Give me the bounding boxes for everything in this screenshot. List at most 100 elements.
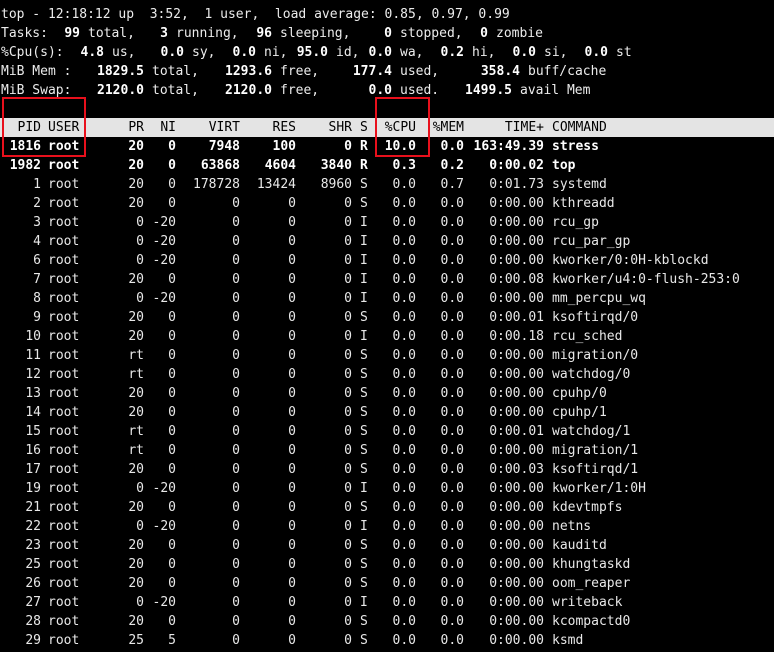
cell-pid: 9 — [33, 310, 41, 325]
cell-mem: 0.0 — [440, 557, 464, 572]
col-virt[interactable]: VIRT — [184, 118, 240, 137]
cell-user: root — [48, 519, 80, 534]
cell-shr: 0 — [344, 481, 352, 496]
cell-pid: 29 — [25, 633, 41, 648]
table-row[interactable]: 11 root rt 0 0 0 0 S 0.0 0.0 0:00.00 migration/0 — [0, 346, 774, 365]
cpu-id-label: id, — [336, 45, 360, 60]
col-command[interactable]: COMMAND — [552, 118, 607, 137]
cell-ni: 0 — [168, 538, 176, 553]
cpu-us-label: us, — [112, 45, 136, 60]
table-row[interactable]: 27 root 0 -20 0 0 0 I 0.0 0.0 0:00.00 writeback — [0, 593, 774, 612]
cell-command: migration/0 — [552, 348, 639, 363]
terminal-window[interactable]: top - 12:18:12 up 3:52, 1 user, load ave… — [0, 0, 774, 652]
cell-shr: 0 — [344, 291, 352, 306]
cell-res: 0 — [288, 310, 296, 325]
table-row[interactable]: 12 root rt 0 0 0 0 S 0.0 0.0 0:00.00 watchdog/0 — [0, 365, 774, 384]
col-res[interactable]: RES — [248, 118, 296, 137]
cell-user: root — [48, 367, 80, 382]
table-row[interactable]: 3 root 0 -20 0 0 0 I 0.0 0.0 0:00.00 rcu_gp — [0, 213, 774, 232]
cell-ni: 0 — [168, 158, 176, 173]
table-row[interactable]: 2 root 20 0 0 0 0 S 0.0 0.0 0:00.00 kthreadd — [0, 194, 774, 213]
cell-time: 0:00.00 — [489, 234, 544, 249]
cell-user: root — [48, 253, 80, 268]
cell-shr: 0 — [344, 443, 352, 458]
table-row[interactable]: 28 root 20 0 0 0 0 S 0.0 0.0 0:00.00 kcompactd0 — [0, 612, 774, 631]
cell-pid: 2 — [33, 196, 41, 211]
swap-total: 2120.0 — [97, 83, 144, 98]
col-mem[interactable]: %MEM — [424, 118, 464, 137]
cell-time: 0:00.02 — [489, 158, 544, 173]
col-ni[interactable]: NI — [152, 118, 176, 137]
cell-virt: 0 — [232, 329, 240, 344]
cell-pr: 20 — [128, 614, 144, 629]
cell-pr: 20 — [128, 576, 144, 591]
table-row[interactable]: 16 root rt 0 0 0 0 S 0.0 0.0 0:00.00 migration/1 — [0, 441, 774, 460]
cell-cpu: 0.3 — [392, 158, 416, 173]
table-row[interactable]: 1 root 20 0 178728 13424 8960 S 0.0 0.7 0:01.73 sys… — [0, 175, 774, 194]
cell-cpu: 0.0 — [392, 215, 416, 230]
uptime-line: top - 12:18:12 up 3:52, 1 user, load ave… — [0, 5, 510, 24]
table-row[interactable]: 29 root 25 5 0 0 0 S 0.0 0.0 0:00.00 ksmd — [0, 631, 774, 650]
cell-virt: 0 — [232, 291, 240, 306]
table-row[interactable]: 21 root 20 0 0 0 0 S 0.0 0.0 0:00.00 kdevtmpfs — [0, 498, 774, 517]
mem-used-label: used, — [400, 64, 440, 79]
cell-res: 0 — [288, 234, 296, 249]
col-shr[interactable]: SHR — [304, 118, 352, 137]
cell-s: I — [360, 291, 368, 306]
cell-pr: 20 — [128, 386, 144, 401]
table-row[interactable]: 8 root 0 -20 0 0 0 I 0.0 0.0 0:00.00 mm_percpu_wq — [0, 289, 774, 308]
table-row[interactable]: 22 root 0 -20 0 0 0 I 0.0 0.0 0:00.00 netns — [0, 517, 774, 536]
col-time[interactable]: TIME+ — [472, 118, 544, 137]
cell-time: 0:00.01 — [489, 424, 544, 439]
cell-res: 0 — [288, 538, 296, 553]
tasks-stopped-label: stopped, — [400, 26, 463, 41]
cell-s: I — [360, 234, 368, 249]
table-row[interactable]: 15 root rt 0 0 0 0 S 0.0 0.0 0:00.01 watchdog/1 — [0, 422, 774, 441]
cell-virt: 0 — [232, 424, 240, 439]
cell-command: kworker/1:0H — [552, 481, 646, 496]
cell-mem: 0.7 — [440, 177, 464, 192]
table-row[interactable]: 7 root 20 0 0 0 0 I 0.0 0.0 0:00.08 kworker/u4:0-fl… — [0, 270, 774, 289]
cell-s: R — [360, 158, 368, 173]
cell-time: 0:00.00 — [489, 500, 544, 515]
cpu-hi: 0.2 — [440, 45, 464, 60]
cell-shr: 8960 — [320, 177, 352, 192]
col-pr[interactable]: PR — [120, 118, 144, 137]
col-state[interactable]: S — [360, 118, 368, 137]
tasks-running: 3 — [160, 26, 168, 41]
cell-user: root — [48, 386, 80, 401]
cell-cpu: 0.0 — [392, 614, 416, 629]
cell-s: S — [360, 462, 368, 477]
cell-virt: 0 — [232, 196, 240, 211]
table-row[interactable]: 19 root 0 -20 0 0 0 I 0.0 0.0 0:00.00 kworker/1:0H — [0, 479, 774, 498]
cell-mem: 0.0 — [440, 500, 464, 515]
cell-cpu: 0.0 — [392, 177, 416, 192]
cpu-si: 0.0 — [512, 45, 536, 60]
cell-virt: 0 — [232, 215, 240, 230]
cell-time: 0:00.00 — [489, 348, 544, 363]
highlight-box-cpu — [375, 97, 430, 157]
swap-total-label: total, — [152, 83, 199, 98]
cell-shr: 0 — [344, 633, 352, 648]
cell-ni: -20 — [152, 253, 176, 268]
cell-mem: 0.0 — [440, 139, 464, 154]
cell-command: migration/1 — [552, 443, 639, 458]
cell-shr: 0 — [344, 310, 352, 325]
cell-s: I — [360, 519, 368, 534]
cell-virt: 0 — [232, 557, 240, 572]
cell-cpu: 0.0 — [392, 424, 416, 439]
cell-virt: 0 — [232, 367, 240, 382]
table-row[interactable]: 26 root 20 0 0 0 0 S 0.0 0.0 0:00.00 oom_reaper — [0, 574, 774, 593]
table-row[interactable]: 6 root 0 -20 0 0 0 I 0.0 0.0 0:00.00 kworker/0:0H-k… — [0, 251, 774, 270]
table-row[interactable]: 23 root 20 0 0 0 0 S 0.0 0.0 0:00.00 kauditd — [0, 536, 774, 555]
table-row[interactable]: 4 root 0 -20 0 0 0 I 0.0 0.0 0:00.00 rcu_par_gp — [0, 232, 774, 251]
table-row[interactable]: 9 root 20 0 0 0 0 S 0.0 0.0 0:00.01 ksoftirqd/0 — [0, 308, 774, 327]
cell-cpu: 0.0 — [392, 196, 416, 211]
table-row[interactable]: 13 root 20 0 0 0 0 S 0.0 0.0 0:00.00 cpuhp/0 — [0, 384, 774, 403]
table-row[interactable]: 1982 root 20 0 63868 4604 3840 R 0.3 0.2 0:00.02 to… — [0, 156, 774, 175]
table-row[interactable]: 17 root 20 0 0 0 0 S 0.0 0.0 0:00.03 ksoftirqd/1 — [0, 460, 774, 479]
table-row[interactable]: 25 root 20 0 0 0 0 S 0.0 0.0 0:00.00 khungtaskd — [0, 555, 774, 574]
table-row[interactable]: 14 root 20 0 0 0 0 S 0.0 0.0 0:00.00 cpuhp/1 — [0, 403, 774, 422]
table-row[interactable]: 10 root 20 0 0 0 0 I 0.0 0.0 0:00.18 rcu_sched — [0, 327, 774, 346]
cell-time: 0:00.08 — [489, 272, 544, 287]
